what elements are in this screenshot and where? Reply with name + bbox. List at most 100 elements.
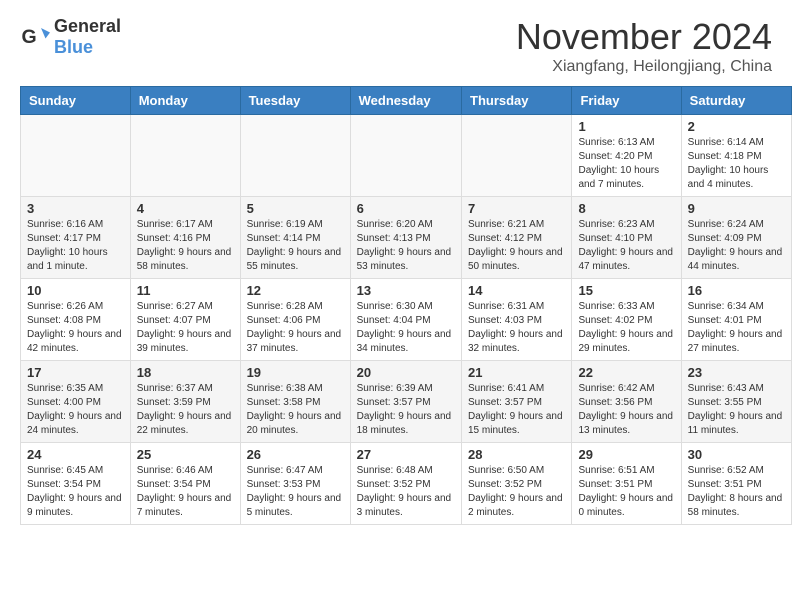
calendar-header: SundayMondayTuesdayWednesdayThursdayFrid… [21,87,792,115]
calendar-cell: 16 Sunrise: 6:34 AM Sunset: 4:01 PM Dayli… [681,279,791,361]
logo: G General Blue [20,16,121,58]
calendar-cell: 5 Sunrise: 6:19 AM Sunset: 4:14 PM Daylig… [240,197,350,279]
calendar-body: 1 Sunrise: 6:13 AM Sunset: 4:20 PM Daylig… [21,115,792,525]
day-info: Sunrise: 6:13 AM Sunset: 4:20 PM Dayligh… [578,136,674,192]
calendar-cell: 15 Sunrise: 6:33 AM Sunset: 4:02 PM Dayli… [572,279,681,361]
day-number: 2 [688,119,785,134]
calendar-cell [462,115,572,197]
day-number: 26 [247,447,344,462]
day-number: 27 [357,447,455,462]
calendar-cell: 20 Sunrise: 6:39 AM Sunset: 3:57 PM Dayli… [350,361,461,443]
calendar-cell [130,115,240,197]
day-number: 12 [247,283,344,298]
day-info: Sunrise: 6:52 AM Sunset: 3:51 PM Dayligh… [688,464,785,520]
calendar-cell: 17 Sunrise: 6:35 AM Sunset: 4:00 PM Dayli… [21,361,131,443]
day-number: 28 [468,447,565,462]
calendar-cell: 27 Sunrise: 6:48 AM Sunset: 3:52 PM Dayli… [350,443,461,525]
page-header: G General Blue November 2024 Xiangfang, … [0,0,792,86]
day-info: Sunrise: 6:30 AM Sunset: 4:04 PM Dayligh… [357,300,455,356]
calendar-cell: 9 Sunrise: 6:24 AM Sunset: 4:09 PM Daylig… [681,197,791,279]
calendar-cell [21,115,131,197]
week-row-0: 1 Sunrise: 6:13 AM Sunset: 4:20 PM Daylig… [21,115,792,197]
day-number: 23 [688,365,785,380]
day-number: 13 [357,283,455,298]
day-info: Sunrise: 6:38 AM Sunset: 3:58 PM Dayligh… [247,382,344,438]
day-info: Sunrise: 6:46 AM Sunset: 3:54 PM Dayligh… [137,464,234,520]
calendar-cell [350,115,461,197]
day-info: Sunrise: 6:33 AM Sunset: 4:02 PM Dayligh… [578,300,674,356]
calendar-cell: 18 Sunrise: 6:37 AM Sunset: 3:59 PM Dayli… [130,361,240,443]
week-row-2: 10 Sunrise: 6:26 AM Sunset: 4:08 PM Dayli… [21,279,792,361]
day-info: Sunrise: 6:35 AM Sunset: 4:00 PM Dayligh… [27,382,124,438]
day-number: 16 [688,283,785,298]
calendar-cell: 19 Sunrise: 6:38 AM Sunset: 3:58 PM Dayli… [240,361,350,443]
day-info: Sunrise: 6:37 AM Sunset: 3:59 PM Dayligh… [137,382,234,438]
calendar-cell: 25 Sunrise: 6:46 AM Sunset: 3:54 PM Dayli… [130,443,240,525]
day-info: Sunrise: 6:31 AM Sunset: 4:03 PM Dayligh… [468,300,565,356]
calendar-cell: 22Sunrise: 6:42 AM Sunset: 3:56 PM Dayli… [572,361,681,443]
calendar-cell: 29Sunrise: 6:51 AM Sunset: 3:51 PM Dayli… [572,443,681,525]
day-number: 19 [247,365,344,380]
day-info: Sunrise: 6:17 AM Sunset: 4:16 PM Dayligh… [137,218,234,274]
day-number: 1 [578,119,674,134]
calendar-cell: 10 Sunrise: 6:26 AM Sunset: 4:08 PM Dayli… [21,279,131,361]
day-number: 24 [27,447,124,462]
header-row: SundayMondayTuesdayWednesdayThursdayFrid… [21,87,792,115]
day-number: 17 [27,365,124,380]
day-info: Sunrise: 6:19 AM Sunset: 4:14 PM Dayligh… [247,218,344,274]
calendar-table: SundayMondayTuesdayWednesdayThursdayFrid… [20,86,792,525]
day-info: Sunrise: 6:39 AM Sunset: 3:57 PM Dayligh… [357,382,455,438]
day-info: Sunrise: 6:14 AM Sunset: 4:18 PM Dayligh… [688,136,785,192]
calendar-cell: 7Sunrise: 6:21 AM Sunset: 4:12 PM Daylig… [462,197,572,279]
logo-blue: Blue [54,37,121,58]
month-title: November 2024 [516,16,772,58]
calendar-cell: 8 Sunrise: 6:23 AM Sunset: 4:10 PM Daylig… [572,197,681,279]
svg-text:G: G [22,26,37,48]
day-header-wednesday: Wednesday [350,87,461,115]
week-row-1: 3Sunrise: 6:16 AM Sunset: 4:17 PM Daylig… [21,197,792,279]
calendar-cell: 14Sunrise: 6:31 AM Sunset: 4:03 PM Dayli… [462,279,572,361]
day-info: Sunrise: 6:48 AM Sunset: 3:52 PM Dayligh… [357,464,455,520]
calendar-cell: 12 Sunrise: 6:28 AM Sunset: 4:06 PM Dayli… [240,279,350,361]
day-header-tuesday: Tuesday [240,87,350,115]
day-header-monday: Monday [130,87,240,115]
day-info: Sunrise: 6:41 AM Sunset: 3:57 PM Dayligh… [468,382,565,438]
day-info: Sunrise: 6:28 AM Sunset: 4:06 PM Dayligh… [247,300,344,356]
logo-general: General [54,16,121,37]
day-number: 11 [137,283,234,298]
day-info: Sunrise: 6:23 AM Sunset: 4:10 PM Dayligh… [578,218,674,274]
title-section: November 2024 Xiangfang, Heilongjiang, C… [516,16,772,76]
calendar-cell: 2 Sunrise: 6:14 AM Sunset: 4:18 PM Daylig… [681,115,791,197]
day-info: Sunrise: 6:26 AM Sunset: 4:08 PM Dayligh… [27,300,124,356]
day-header-thursday: Thursday [462,87,572,115]
calendar-cell [240,115,350,197]
day-info: Sunrise: 6:20 AM Sunset: 4:13 PM Dayligh… [357,218,455,274]
calendar-cell: 23Sunrise: 6:43 AM Sunset: 3:55 PM Dayli… [681,361,791,443]
calendar-cell: 24 Sunrise: 6:45 AM Sunset: 3:54 PM Dayli… [21,443,131,525]
day-number: 22 [578,365,674,380]
day-number: 8 [578,201,674,216]
day-info: Sunrise: 6:45 AM Sunset: 3:54 PM Dayligh… [27,464,124,520]
day-number: 25 [137,447,234,462]
calendar-cell: 11 Sunrise: 6:27 AM Sunset: 4:07 PM Dayli… [130,279,240,361]
calendar-cell: 6Sunrise: 6:20 AM Sunset: 4:13 PM Daylig… [350,197,461,279]
day-info: Sunrise: 6:50 AM Sunset: 3:52 PM Dayligh… [468,464,565,520]
day-info: Sunrise: 6:24 AM Sunset: 4:09 PM Dayligh… [688,218,785,274]
calendar-cell: 26Sunrise: 6:47 AM Sunset: 3:53 PM Dayli… [240,443,350,525]
day-header-saturday: Saturday [681,87,791,115]
day-number: 20 [357,365,455,380]
day-number: 10 [27,283,124,298]
day-number: 3 [27,201,124,216]
day-number: 18 [137,365,234,380]
day-info: Sunrise: 6:34 AM Sunset: 4:01 PM Dayligh… [688,300,785,356]
day-number: 4 [137,201,234,216]
calendar-cell: 4 Sunrise: 6:17 AM Sunset: 4:16 PM Daylig… [130,197,240,279]
day-info: Sunrise: 6:27 AM Sunset: 4:07 PM Dayligh… [137,300,234,356]
calendar-cell: 13 Sunrise: 6:30 AM Sunset: 4:04 PM Dayli… [350,279,461,361]
day-number: 21 [468,365,565,380]
day-header-sunday: Sunday [21,87,131,115]
day-number: 9 [688,201,785,216]
day-number: 15 [578,283,674,298]
calendar-cell: 30Sunrise: 6:52 AM Sunset: 3:51 PM Dayli… [681,443,791,525]
day-number: 5 [247,201,344,216]
